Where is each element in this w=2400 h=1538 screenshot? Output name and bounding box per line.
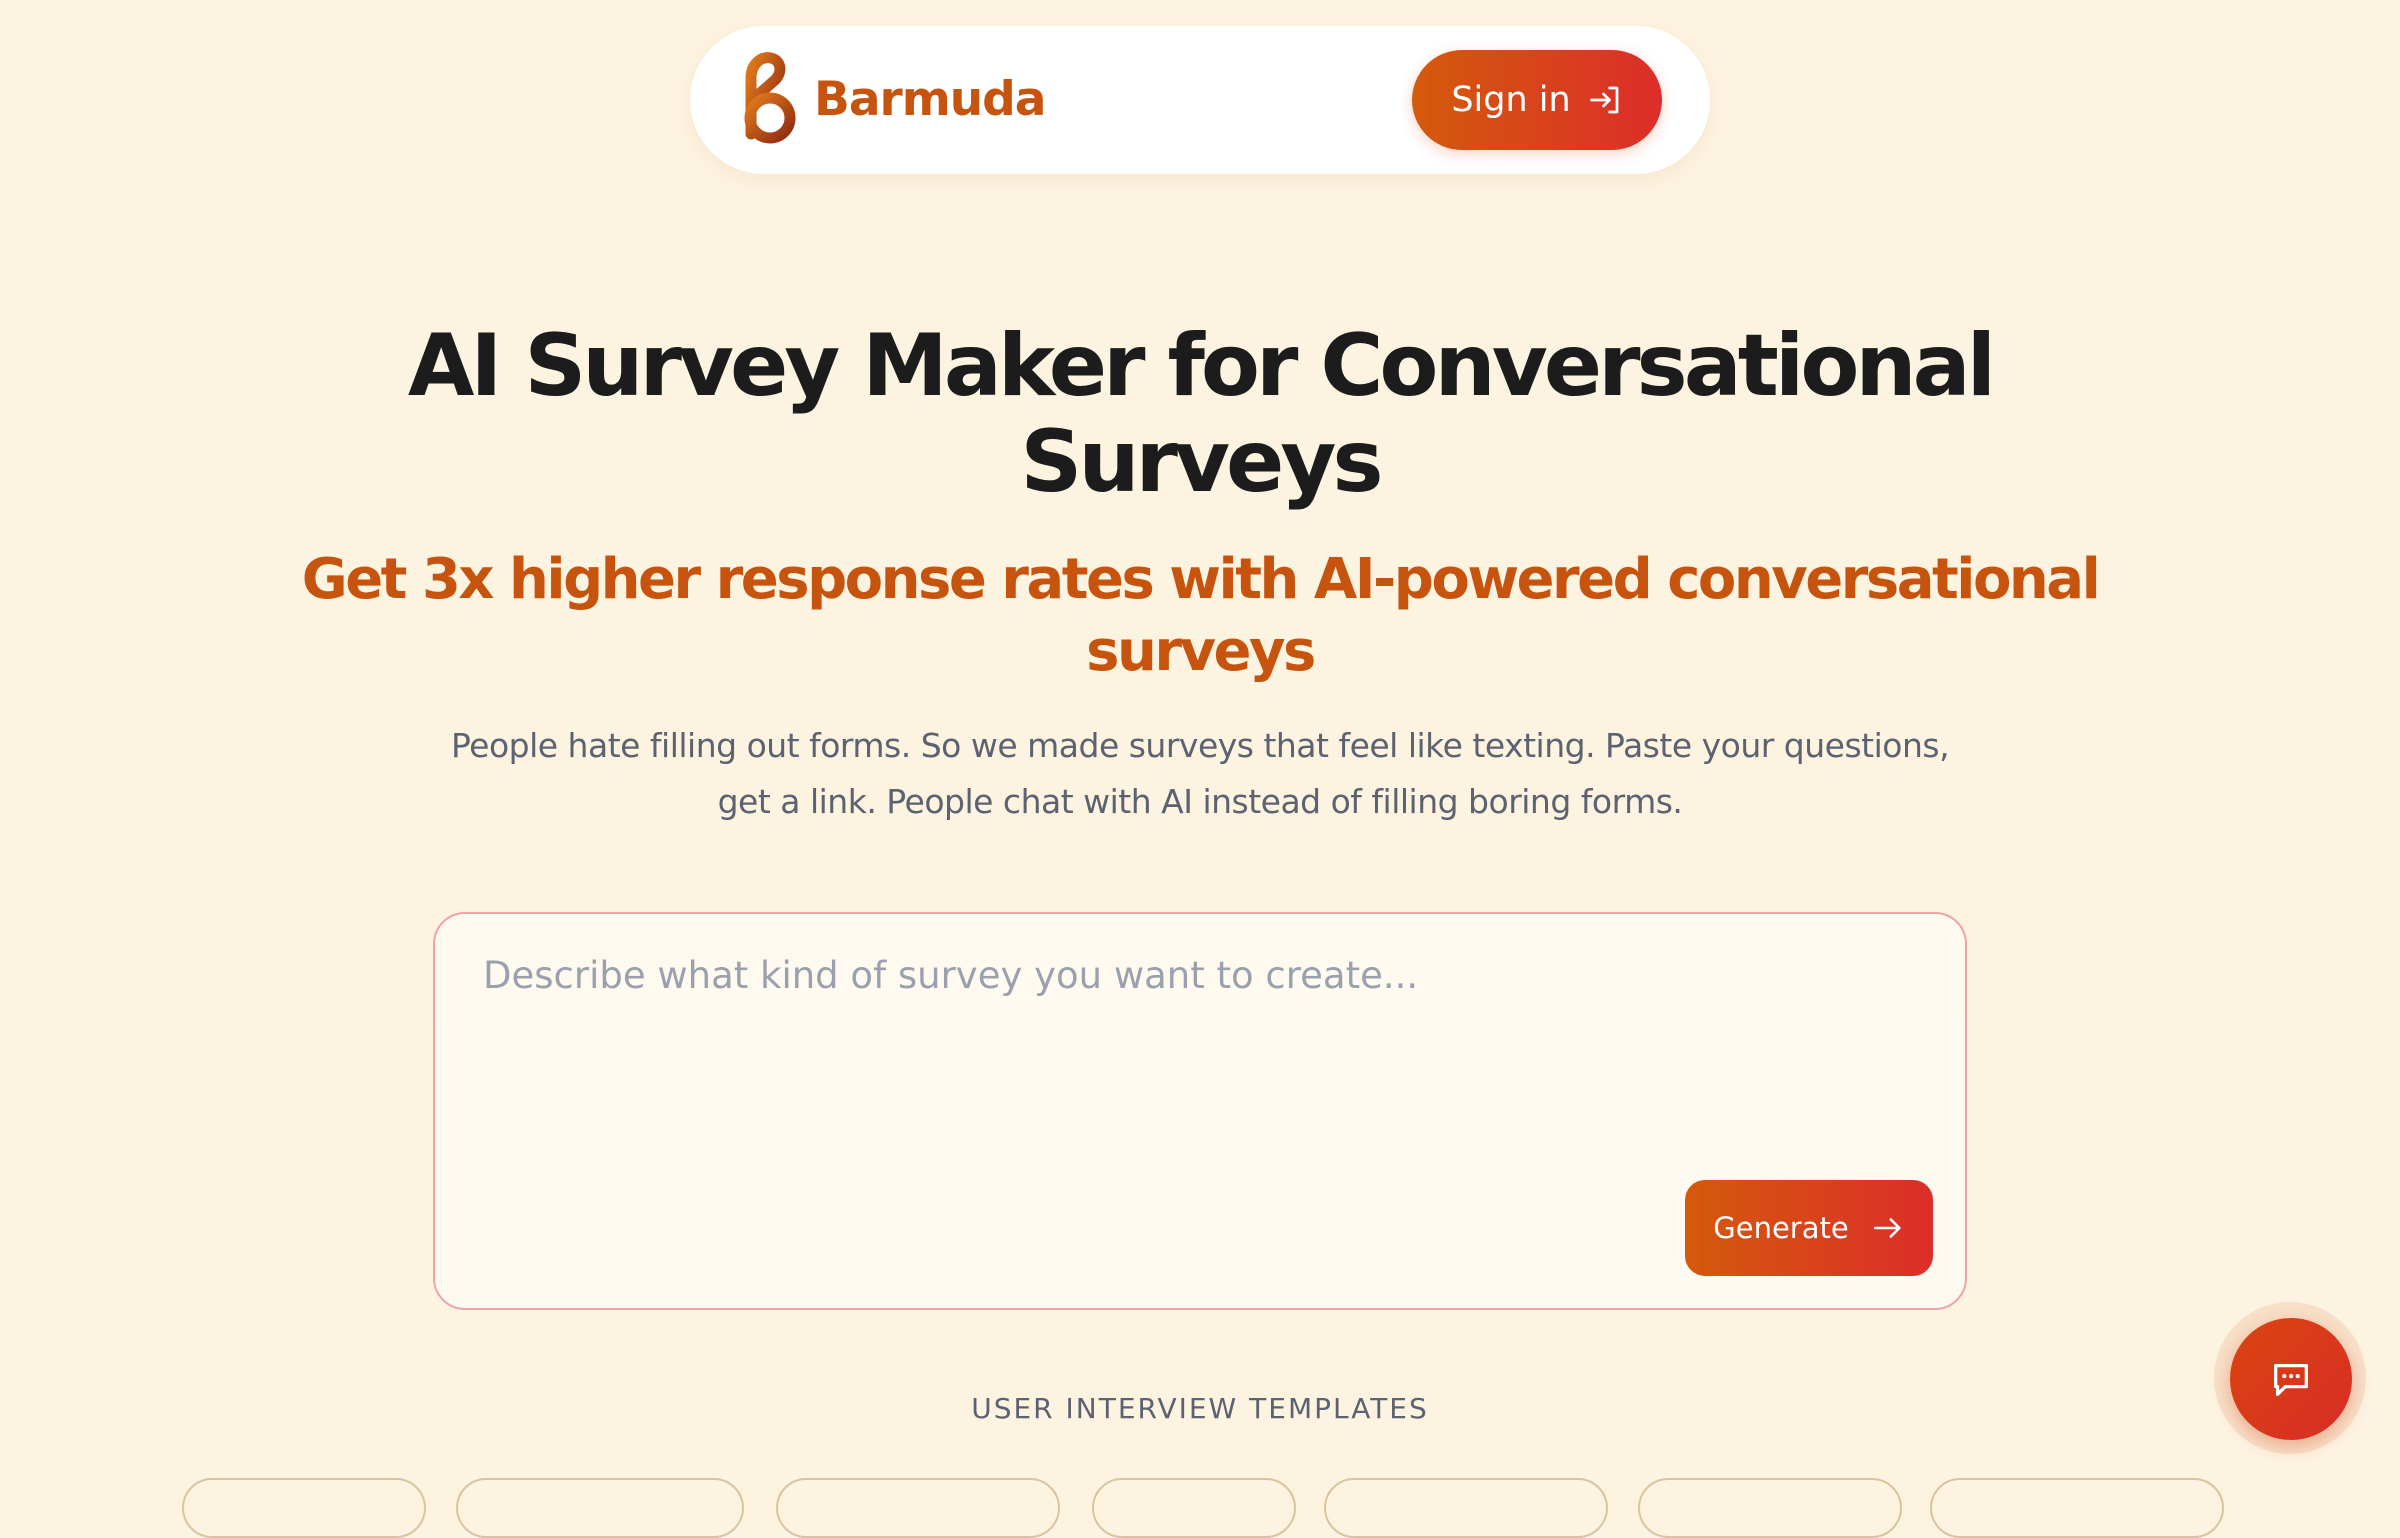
top-navbar: Barmuda Sign in: [690, 26, 1710, 174]
chat-bubble-icon: [2274, 1363, 2308, 1396]
template-chip[interactable]: [1092, 1478, 1296, 1538]
template-chip-row: [0, 1478, 2400, 1538]
sign-in-label: Sign in: [1451, 80, 1571, 120]
generate-label: Generate: [1713, 1211, 1849, 1245]
template-chip[interactable]: [776, 1478, 1060, 1538]
generate-button[interactable]: Generate: [1685, 1180, 1933, 1276]
survey-description-input[interactable]: [483, 954, 1903, 1134]
template-chip[interactable]: [456, 1478, 744, 1538]
barmuda-b-logo-icon: [744, 52, 796, 144]
template-chip[interactable]: [1930, 1478, 2224, 1538]
survey-prompt-card: Generate: [433, 912, 1967, 1310]
template-chip[interactable]: [1324, 1478, 1608, 1538]
log-in-arrow-icon: [1589, 86, 1619, 114]
hero-title: AI Survey Maker for Conversational Surve…: [407, 316, 1996, 512]
template-chip[interactable]: [182, 1478, 426, 1538]
templates-heading: USER INTERVIEW TEMPLATES: [971, 1392, 1429, 1425]
chat-widget-button[interactable]: [2230, 1318, 2352, 1440]
hero-subtitle: Get 3x higher response rates with AI-pow…: [301, 547, 2101, 684]
arrow-right-icon: [1873, 1218, 1901, 1238]
brand-name: Barmuda: [814, 72, 1047, 127]
hero-description: People hate filling out forms. So we mad…: [450, 726, 1950, 821]
barmuda-logo-icon[interactable]: [737, 52, 799, 146]
sign-in-button[interactable]: Sign in: [1412, 50, 1662, 150]
template-chip[interactable]: [1638, 1478, 1902, 1538]
